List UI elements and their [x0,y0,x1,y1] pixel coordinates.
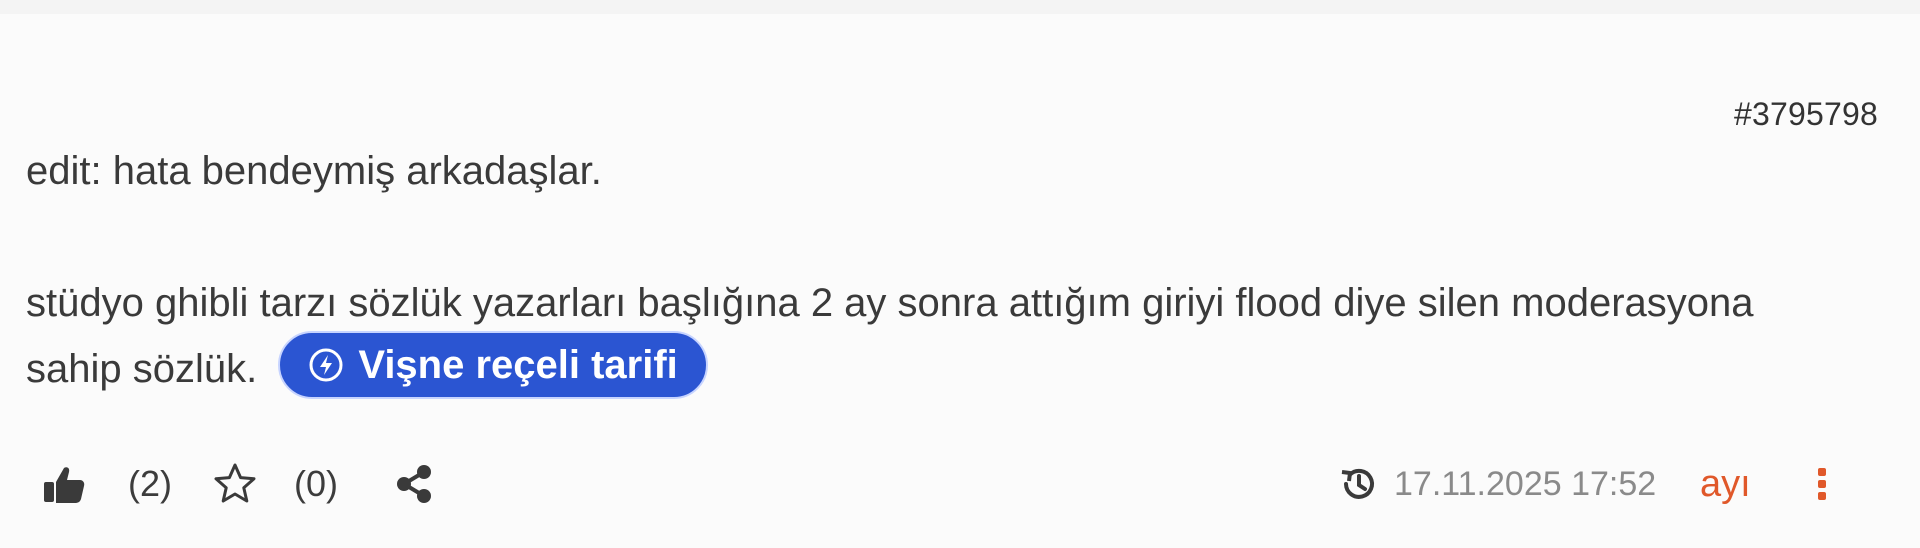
thumbs-up-icon [40,460,88,508]
top-divider [0,0,1920,14]
more-options-button[interactable] [1812,452,1832,516]
entry-id[interactable]: #3795798 [1734,96,1878,133]
share-button[interactable] [392,452,436,516]
like-count: (2) [128,463,172,504]
share-icon [392,462,436,506]
author-link[interactable]: ayı [1700,452,1751,516]
favorite-count: (0) [294,463,338,504]
recipe-link-pill[interactable]: Vişne reçeli tarifi [278,331,708,400]
like-button[interactable] [40,452,88,516]
entry-text-line: stüdyo ghibli tarzı sözlük yazarları baş… [26,281,1754,325]
entry-body: edit: hata bendeymiş arkadaşlar. stüdyo … [26,138,1866,405]
recipe-link-label: Vişne reçeli tarifi [358,343,678,388]
favorite-button[interactable] [212,452,258,516]
more-vertical-icon [1812,462,1832,506]
star-icon [212,461,258,507]
entry-footer: (2) (0) 17.11.2025 17:52 ayı [0,452,1920,516]
entry-timestamp[interactable]: 17.11.2025 17:52 [1394,452,1656,516]
entry-paragraph: edit: hata bendeymiş arkadaşlar. [26,149,602,193]
history-button[interactable] [1338,452,1378,516]
entry-card: #3795798 edit: hata bendeymiş arkadaşlar… [0,14,1920,548]
entry-text-line: sahip sözlük. [26,347,258,391]
lightning-bolt-icon [308,347,344,383]
history-icon [1338,464,1378,504]
entry-paragraph: stüdyo ghibli tarzı sözlük yazarları baş… [26,270,1866,405]
